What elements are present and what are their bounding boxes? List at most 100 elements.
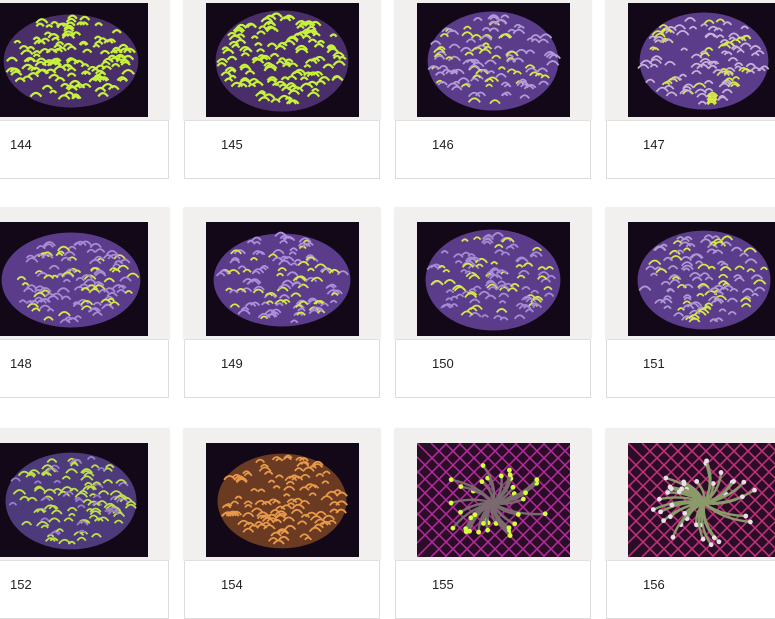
item-number-label: 150: [432, 356, 454, 371]
tentacle-tip: [681, 481, 687, 487]
tentacle-tip: [747, 519, 753, 525]
gallery-item-155[interactable]: 155: [395, 428, 591, 619]
item-number-label: 155: [432, 577, 454, 592]
tentacle-tip: [716, 539, 722, 545]
photo-frame: [0, 0, 169, 120]
tentacle-tip: [731, 479, 736, 484]
tentacle-tip: [458, 484, 464, 490]
item-number-label: 145: [221, 137, 243, 152]
coral-colony: [213, 233, 351, 327]
photo-frame: [606, 428, 775, 560]
caption-box: 152: [0, 561, 169, 619]
photo-frame: [0, 207, 169, 339]
tentacle-tip: [448, 500, 454, 506]
caption-box: 144: [0, 121, 169, 179]
tentacle-tip: [656, 496, 662, 502]
coral-image: [0, 3, 148, 117]
coral-photo[interactable]: [0, 3, 148, 117]
photo-frame: [395, 207, 591, 339]
tentacle-tip: [708, 542, 714, 548]
photo-frame: [395, 428, 591, 560]
tentacle-tip: [704, 458, 710, 464]
coral-image: [206, 443, 359, 557]
gallery-item-149[interactable]: 149: [184, 207, 380, 398]
gallery-item-148[interactable]: 148: [0, 207, 169, 398]
caption-box: 149: [184, 340, 380, 398]
item-number-label: 144: [10, 137, 32, 152]
coral-photo[interactable]: [628, 222, 775, 336]
caption-box: 145: [184, 121, 380, 179]
caption-box: 150: [395, 340, 591, 398]
coral-image: [628, 222, 775, 336]
caption-box: 154: [184, 561, 380, 619]
gallery-item-151[interactable]: 151: [606, 207, 775, 398]
tentacle-tip: [507, 472, 513, 478]
tentacle-tip: [668, 486, 674, 492]
item-number-label: 151: [643, 356, 665, 371]
gallery-item-147[interactable]: 147: [606, 0, 775, 179]
coral-photo[interactable]: [417, 222, 570, 336]
tentacle-tip: [520, 496, 526, 502]
coral-photo[interactable]: [206, 443, 359, 557]
tentacle-tip: [679, 486, 685, 492]
tentacle-tip: [480, 521, 486, 526]
coral-photo[interactable]: [0, 443, 148, 557]
gallery-item-152[interactable]: 152: [0, 428, 169, 619]
tentacle-tip: [740, 494, 745, 500]
coral-image: [206, 3, 359, 117]
tentacle-tip: [480, 463, 486, 468]
tentacle-tip: [479, 479, 485, 485]
coral-image: [417, 443, 570, 557]
tentacle-tip: [458, 509, 463, 515]
photo-frame: [184, 428, 380, 560]
coral-colony: [637, 230, 771, 330]
coral-colony: [425, 229, 561, 331]
item-number-label: 148: [10, 356, 32, 371]
tentacle-tip: [752, 487, 757, 493]
photo-frame: [606, 207, 775, 339]
gallery-item-150[interactable]: 150: [395, 207, 591, 398]
coral-photo[interactable]: [417, 3, 570, 117]
tentacle-tip: [485, 527, 491, 533]
coral-image: [628, 443, 775, 557]
tentacle-tip: [506, 525, 512, 531]
tentacle-tip: [467, 528, 472, 534]
tentacle-tip: [468, 515, 474, 521]
photo-frame: [184, 0, 380, 120]
photo-frame: [395, 0, 591, 120]
gallery-item-156[interactable]: 156: [606, 428, 775, 619]
gallery-item-145[interactable]: 145: [184, 0, 380, 179]
coral-photo[interactable]: [206, 3, 359, 117]
coral-image: [417, 3, 570, 117]
item-number-label: 149: [221, 356, 243, 371]
tentacle-tip: [523, 490, 528, 496]
caption-box: 156: [606, 561, 775, 619]
coral-photo[interactable]: [628, 3, 775, 117]
tentacle-tip: [476, 529, 482, 535]
tentacle-tip: [650, 507, 656, 512]
item-number-label: 154: [221, 577, 243, 592]
tentacle-tip: [669, 502, 675, 508]
tentacle-tip: [450, 525, 456, 531]
tentacle-tip: [515, 512, 521, 517]
coral-image: [0, 222, 148, 336]
tentacle-tip: [741, 479, 747, 485]
tentacle-tip: [510, 484, 516, 490]
gallery-item-154[interactable]: 154: [184, 428, 380, 619]
coral-photo[interactable]: [628, 443, 775, 557]
coral-photo[interactable]: [0, 222, 148, 336]
gallery-item-144[interactable]: 144: [0, 0, 169, 179]
coral-photo[interactable]: [206, 222, 359, 336]
tentacle-tip: [661, 518, 666, 524]
caption-box: 146: [395, 121, 591, 179]
coral-gallery-grid: 144 145 146 147 148 149 150 151 152 154 …: [0, 0, 775, 619]
gallery-item-146[interactable]: 146: [395, 0, 591, 179]
item-number-label: 156: [643, 577, 665, 592]
coral-photo[interactable]: [417, 443, 570, 557]
tentacle-tip: [743, 513, 749, 519]
photo-frame: [606, 0, 775, 120]
caption-box: 151: [606, 340, 775, 398]
caption-box: 147: [606, 121, 775, 179]
coral-image: [206, 222, 359, 336]
coral-image: [0, 443, 148, 557]
